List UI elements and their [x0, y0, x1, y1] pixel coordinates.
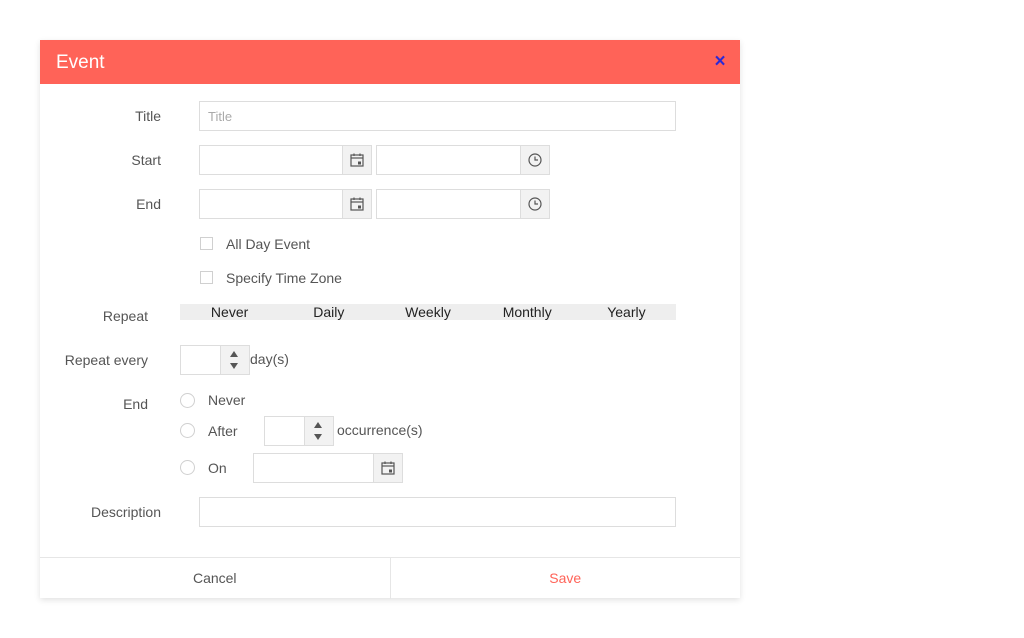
title-placeholder: Title: [208, 109, 233, 124]
calendar-icon: [350, 153, 364, 167]
repeat-every-unit: day(s): [250, 351, 289, 367]
event-dialog: Event × Title Title Start End All Day Ev…: [40, 40, 740, 599]
calendar-icon: [381, 461, 395, 475]
repeat-options: Never Daily Weekly Monthly Yearly: [180, 304, 676, 320]
end-after-radio[interactable]: [180, 423, 195, 438]
start-time-clock-button[interactable]: [520, 146, 549, 174]
all-day-label: All Day Event: [226, 236, 311, 252]
calendar-icon: [350, 197, 364, 211]
repeat-interval-stepper[interactable]: [180, 345, 250, 375]
occurrence-count-spinner: [304, 417, 333, 445]
repeat-every-label: Repeat every: [64, 352, 148, 368]
clock-icon: [528, 153, 542, 167]
description-label: Description: [90, 504, 161, 520]
repeat-daily-button[interactable]: Daily: [279, 304, 378, 320]
end-on-date-picker[interactable]: [253, 453, 403, 483]
start-date-picker[interactable]: [199, 145, 372, 175]
title-input[interactable]: Title: [199, 101, 676, 131]
decrement-arrow-icon[interactable]: [230, 363, 238, 369]
repeat-interval-spinner: [220, 346, 249, 374]
close-icon[interactable]: ×: [712, 52, 728, 72]
cancel-button[interactable]: Cancel: [40, 558, 391, 599]
occurrence-count-stepper[interactable]: [264, 416, 334, 446]
repeat-yearly-button[interactable]: Yearly: [577, 304, 676, 320]
repeat-monthly-button[interactable]: Monthly: [478, 304, 577, 320]
repeat-never-button[interactable]: Never: [180, 304, 279, 320]
end-rule-label: End: [123, 396, 148, 412]
end-after-label: After: [208, 423, 238, 439]
dialog-title: Event: [56, 52, 105, 73]
start-date-calendar-button[interactable]: [342, 146, 371, 174]
end-time-clock-button[interactable]: [520, 190, 549, 218]
end-never-label: Never: [208, 392, 246, 408]
end-on-label: On: [208, 460, 227, 476]
title-label: Title: [135, 108, 161, 124]
end-label: End: [136, 196, 161, 212]
time-zone-label: Specify Time Zone: [226, 270, 342, 286]
end-time-picker[interactable]: [376, 189, 550, 219]
increment-arrow-icon[interactable]: [230, 351, 238, 357]
description-input[interactable]: [199, 497, 676, 527]
save-button[interactable]: Save: [391, 558, 741, 599]
end-on-radio[interactable]: [180, 460, 195, 475]
end-never-radio[interactable]: [180, 393, 195, 408]
increment-arrow-icon[interactable]: [314, 422, 322, 428]
clock-icon: [528, 197, 542, 211]
repeat-label: Repeat: [102, 308, 148, 324]
start-time-picker[interactable]: [376, 145, 550, 175]
all-day-checkbox[interactable]: [200, 237, 213, 250]
end-on-calendar-button[interactable]: [373, 454, 402, 482]
dialog-titlebar: Event ×: [40, 40, 740, 84]
end-after-unit: occurrence(s): [337, 422, 423, 438]
decrement-arrow-icon[interactable]: [314, 434, 322, 440]
end-date-calendar-button[interactable]: [342, 190, 371, 218]
start-label: Start: [131, 152, 161, 168]
dialog-footer: Cancel Save: [40, 557, 740, 599]
end-date-picker[interactable]: [199, 189, 372, 219]
repeat-weekly-button[interactable]: Weekly: [378, 304, 477, 320]
time-zone-checkbox[interactable]: [200, 271, 213, 284]
